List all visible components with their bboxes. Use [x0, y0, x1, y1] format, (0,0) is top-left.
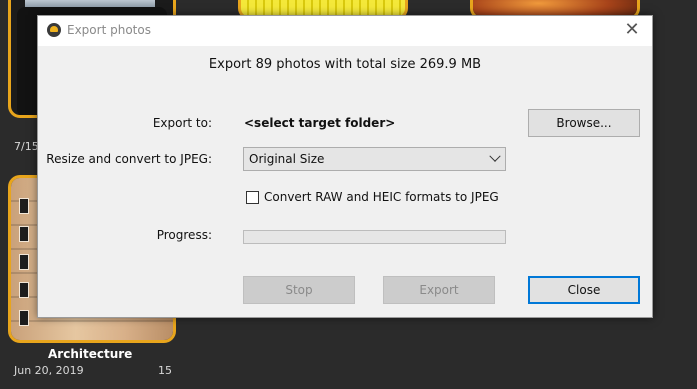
album-date: Jun 20, 2019: [14, 364, 84, 377]
album-date: 7/15: [14, 140, 39, 153]
dialog-title: Export photos: [67, 23, 151, 37]
album-title[interactable]: Architecture: [48, 347, 132, 361]
resize-label: Resize and convert to JPEG:: [46, 152, 212, 166]
building-window: [19, 282, 29, 298]
album-count: 15: [158, 364, 172, 377]
convert-raw-checkbox[interactable]: [246, 191, 259, 204]
stop-button[interactable]: Stop: [243, 276, 355, 304]
building-window: [19, 198, 29, 214]
progress-bar: [243, 230, 506, 244]
app-logo-icon: [47, 23, 61, 37]
chevron-down-icon: [489, 150, 501, 162]
building-window: [19, 310, 29, 326]
export-button[interactable]: Export: [383, 276, 495, 304]
browse-button[interactable]: Browse...: [528, 109, 640, 137]
building-window: [19, 226, 29, 242]
building-window: [19, 254, 29, 270]
export-summary: Export 89 photos with total size 269.9 M…: [208, 57, 482, 72]
target-folder-value: <select target folder>: [244, 116, 396, 130]
close-button[interactable]: Close: [528, 276, 640, 304]
resize-selected-value: Original Size: [249, 152, 325, 166]
export-to-label: Export to:: [152, 116, 212, 130]
dialog-titlebar[interactable]: Export photos ✕: [38, 16, 652, 46]
progress-label: Progress:: [156, 228, 212, 242]
export-dialog: Export photos ✕ Export 89 photos with to…: [37, 15, 653, 318]
close-icon[interactable]: ✕: [620, 19, 644, 43]
convert-raw-label[interactable]: Convert RAW and HEIC formats to JPEG: [264, 190, 499, 204]
resize-select[interactable]: Original Size: [243, 147, 506, 171]
